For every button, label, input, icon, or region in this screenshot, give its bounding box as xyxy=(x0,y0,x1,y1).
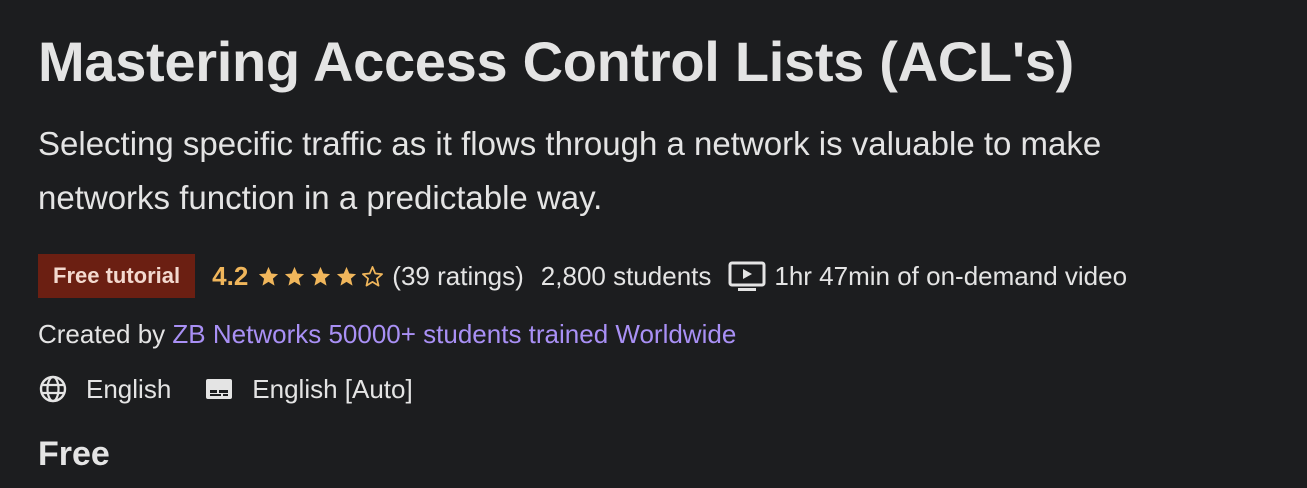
globe-icon xyxy=(39,375,67,403)
closed-captions-icon xyxy=(206,379,233,399)
video-icon xyxy=(728,261,766,291)
star-icon xyxy=(285,266,305,286)
course-captions: English [Auto] xyxy=(252,374,413,404)
ratings-count[interactable]: (39 ratings) xyxy=(392,261,524,292)
created-by-label: Created by xyxy=(38,319,166,349)
instructor-link[interactable]: ZB Networks 50000+ students trained Worl… xyxy=(172,319,736,349)
star-icon xyxy=(259,266,279,286)
star-icon xyxy=(311,266,331,286)
rating-stars xyxy=(257,265,384,288)
course-title: Mastering Access Control Lists (ACL's) xyxy=(38,30,1075,93)
star-icon xyxy=(337,266,357,286)
course-subtitle: Selecting specific traffic as it flows t… xyxy=(38,125,1102,216)
video-length: 1hr 47min of on-demand video xyxy=(774,260,1128,291)
free-tutorial-badge: Free tutorial xyxy=(38,254,196,298)
course-language: English xyxy=(86,374,172,404)
rating-value: 4.2 xyxy=(212,260,249,291)
student-count: 2,800 students xyxy=(540,260,712,291)
course-header: Mastering Access Control Lists (ACL's) S… xyxy=(0,0,1307,488)
course-price: Free xyxy=(38,435,110,473)
course-meta-row: Free tutorial 4.2 (39 ratings) 2,800 stu… xyxy=(38,254,1127,298)
created-by: Created by ZB Networks 50000+ students t… xyxy=(38,316,736,352)
language-row: English English [Auto] xyxy=(38,370,413,408)
star-outline-icon xyxy=(362,265,384,286)
